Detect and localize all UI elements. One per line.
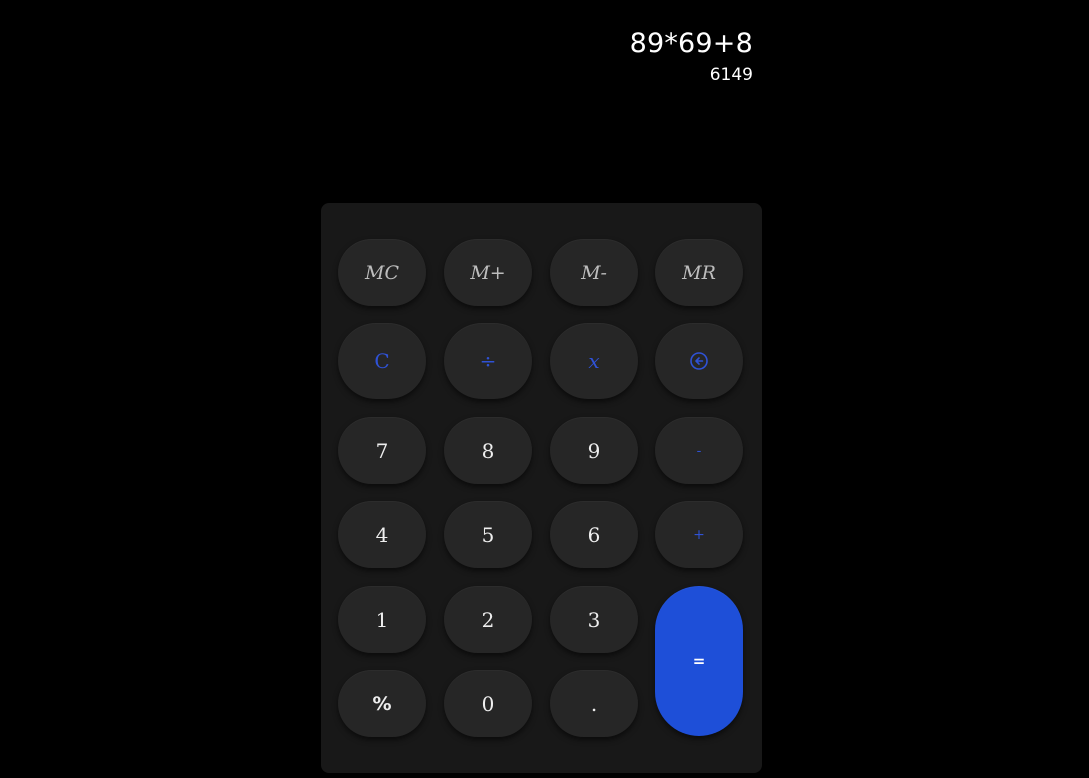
minus-button[interactable]: - [655, 417, 743, 484]
clear-button[interactable]: C [338, 323, 426, 399]
digit-1-button[interactable]: 1 [338, 586, 426, 653]
expression-text: 89*69+8 [629, 28, 753, 59]
memory-add-button[interactable]: M+ [444, 239, 532, 306]
digit-2-button[interactable]: 2 [444, 586, 532, 653]
memory-clear-button[interactable]: MC [338, 239, 426, 306]
calculator-display: 89*69+8 6149 [630, 26, 753, 88]
plus-button[interactable]: + [655, 501, 743, 568]
divide-button[interactable]: ÷ [444, 323, 532, 399]
digit-3-button[interactable]: 3 [550, 586, 638, 653]
keypad-panel: MC M+ M- MR C ÷ x 7 8 9 - 4 5 6 + 1 2 3 … [321, 203, 762, 773]
digit-4-button[interactable]: 4 [338, 501, 426, 568]
percent-button[interactable]: % [338, 670, 426, 737]
digit-9-button[interactable]: 9 [550, 417, 638, 484]
backspace-button[interactable] [655, 323, 743, 399]
digit-7-button[interactable]: 7 [338, 417, 426, 484]
memory-recall-button[interactable]: MR [655, 239, 743, 306]
result-text: 6149 [709, 65, 753, 85]
memory-subtract-button[interactable]: M- [550, 239, 638, 306]
multiply-button[interactable]: x [550, 323, 638, 399]
decimal-button[interactable]: . [550, 670, 638, 737]
backspace-icon [690, 352, 708, 370]
equals-button[interactable]: = [655, 586, 743, 736]
digit-8-button[interactable]: 8 [444, 417, 532, 484]
digit-5-button[interactable]: 5 [444, 501, 532, 568]
digit-0-button[interactable]: 0 [444, 670, 532, 737]
digit-6-button[interactable]: 6 [550, 501, 638, 568]
